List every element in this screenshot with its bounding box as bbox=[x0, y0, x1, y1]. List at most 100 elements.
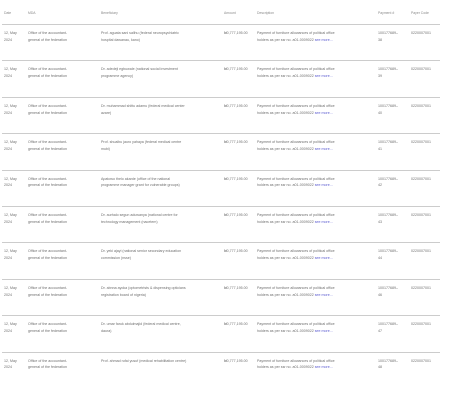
cell-payment-no-text: 100177689– bbox=[378, 322, 398, 327]
header-payment-no: Payment # bbox=[378, 11, 395, 15]
see-more-link[interactable]: see more... bbox=[315, 220, 333, 224]
cell-payment-no-text: 100177689– bbox=[378, 140, 398, 145]
see-more-link[interactable]: see more... bbox=[315, 147, 333, 151]
cell-beneficiary-line: Apatowo thelo akarde (office of the nati… bbox=[101, 176, 180, 183]
cell-mda-text: general of the federation bbox=[28, 292, 67, 297]
cell-beneficiary: Apatowo thelo akarde (office of the nati… bbox=[101, 176, 180, 190]
see-more-link[interactable]: see more... bbox=[315, 183, 333, 187]
cell-description-text: Payment of furniture allowances of polit… bbox=[257, 31, 335, 35]
cell-date: 12, May 2024 bbox=[4, 30, 17, 44]
cell-description-line: Payment of furniture allowances of polit… bbox=[257, 358, 335, 365]
cell-description: Payment of furniture allowances of polit… bbox=[257, 321, 335, 335]
cell-mda-text: general of the federation bbox=[28, 146, 67, 151]
cell-description: Payment of furniture allowances of polit… bbox=[257, 358, 335, 372]
see-more-link[interactable]: see more... bbox=[315, 256, 333, 260]
cell-mda-text: Office of the accountant- bbox=[28, 140, 68, 145]
cell-mda-line: Office of the accountant- bbox=[28, 321, 67, 328]
cell-mda-line: general of the federation bbox=[28, 110, 67, 117]
cell-beneficiary-text: Dr. muhammad shittu adamu (federal medic… bbox=[101, 103, 185, 108]
cell-payer-code: 0220007001 bbox=[411, 285, 431, 290]
cell-amount: ₦0,777,195.00 bbox=[224, 67, 248, 72]
cell-date-text: 2024 bbox=[4, 219, 12, 224]
see-more-link[interactable]: see more... bbox=[315, 38, 333, 42]
see-more-link[interactable]: see more... bbox=[315, 329, 333, 333]
cell-payment-no-line: 40 bbox=[378, 110, 398, 117]
cell-date-line: 2024 bbox=[4, 37, 17, 44]
cell-beneficiary-line: programme agency) bbox=[101, 73, 178, 80]
cell-payment-no-text: 42 bbox=[378, 183, 382, 188]
cell-payment-no: 100177689– 40 bbox=[378, 103, 398, 117]
cell-beneficiary-text: mubi) bbox=[101, 146, 110, 151]
cell-payment-no-line: 100177689– bbox=[378, 285, 398, 292]
cell-date-line: 12, May bbox=[4, 30, 17, 37]
cell-payment-no-line: 42 bbox=[378, 182, 398, 189]
cell-payment-no-text: 41 bbox=[378, 146, 382, 151]
cell-mda-line: general of the federation bbox=[28, 219, 67, 226]
cell-payment-no-line: 100177689– bbox=[378, 66, 398, 73]
cell-amount: ₦0,777,195.00 bbox=[224, 285, 248, 290]
cell-mda-text: Office of the accountant- bbox=[28, 103, 68, 108]
cell-payment-no-text: 100177689– bbox=[378, 249, 398, 254]
cell-beneficiary-text: commission (nsse) bbox=[101, 256, 131, 261]
see-more-link[interactable]: see more... bbox=[315, 293, 333, 297]
see-more-link[interactable]: see more... bbox=[315, 74, 333, 78]
cell-payment-no-line: 100177689– bbox=[378, 212, 398, 219]
cell-mda: Office of the accountant-general of the … bbox=[28, 212, 67, 226]
see-more-link[interactable]: see more... bbox=[315, 111, 333, 115]
cell-mda-line: Office of the accountant- bbox=[28, 66, 67, 73]
cell-payment-no-text: 47 bbox=[378, 328, 382, 333]
cell-date-text: 12, May bbox=[4, 140, 17, 145]
cell-payment-no: 100177689– 48 bbox=[378, 358, 398, 372]
cell-beneficiary-text: programme agency) bbox=[101, 74, 134, 79]
cell-description-line: Payment of furniture allowances of polit… bbox=[257, 176, 335, 183]
row-divider bbox=[2, 351, 440, 353]
cell-mda: Office of the accountant-general of the … bbox=[28, 30, 67, 44]
cell-beneficiary-text: Apatowo thelo akarde (office of the nati… bbox=[101, 176, 171, 181]
cell-date-text: 12, May bbox=[4, 285, 17, 290]
cell-description-line: holders as per ssr no. a01-0009022 see m… bbox=[257, 182, 335, 189]
header-amount: Amount bbox=[224, 11, 236, 15]
cell-description-text: holders as per ssr no. a01-0009022 bbox=[257, 183, 314, 188]
cell-date-line: 2024 bbox=[4, 146, 17, 153]
cell-date-text: 2024 bbox=[4, 74, 12, 79]
cell-mda: Office of the accountant-general of the … bbox=[28, 139, 67, 153]
cell-description-line: holders as per ssr no. a01-0009022 see m… bbox=[257, 37, 335, 44]
cell-date: 12, May 2024 bbox=[4, 103, 17, 117]
cell-mda-text: Office of the accountant- bbox=[28, 67, 68, 72]
cell-payment-no-line: 100177689– bbox=[378, 248, 398, 255]
cell-date: 12, May 2024 bbox=[4, 285, 17, 299]
cell-date-line: 12, May bbox=[4, 285, 17, 292]
cell-description-text: Payment of furniture allowances of polit… bbox=[257, 103, 335, 108]
cell-payment-no-line: 38 bbox=[378, 37, 398, 44]
cell-amount: ₦0,777,195.00 bbox=[224, 103, 248, 108]
cell-payment-no-text: 100177689– bbox=[378, 285, 398, 290]
cell-description-text: Payment of furniture allowances of polit… bbox=[257, 358, 335, 363]
cell-payer-code: 0220007001 bbox=[411, 67, 431, 72]
cell-mda-text: Office of the accountant- bbox=[28, 176, 68, 181]
cell-date-line: 12, May bbox=[4, 248, 17, 255]
header-mda: MDA bbox=[28, 11, 36, 15]
cell-date-text: 2024 bbox=[4, 256, 12, 261]
cell-date-line: 2024 bbox=[4, 292, 17, 299]
cell-description-text: holders as per ssr no. a01-0009022 bbox=[257, 328, 314, 333]
cell-description-text: holders as per ssr no. a01-0009022 bbox=[257, 110, 314, 115]
cell-mda-line: Office of the accountant- bbox=[28, 248, 67, 255]
cell-payment-no-line: 39 bbox=[378, 73, 398, 80]
cell-date-text: 2024 bbox=[4, 292, 12, 297]
row-divider bbox=[2, 206, 440, 207]
cell-date-line: 2024 bbox=[4, 73, 17, 80]
cell-mda-line: general of the federation bbox=[28, 73, 67, 80]
cell-date: 12, May 2024 bbox=[4, 358, 17, 372]
cell-date-text: 2024 bbox=[4, 37, 12, 42]
cell-mda-line: Office of the accountant- bbox=[28, 358, 67, 365]
cell-date-text: 2024 bbox=[4, 110, 12, 115]
cell-payer-code: 0220007001 bbox=[411, 322, 431, 327]
cell-description-line: Payment of furniture allowances of polit… bbox=[257, 212, 335, 219]
cell-payment-no-text: 38 bbox=[378, 37, 382, 42]
see-more-link[interactable]: see more... bbox=[315, 365, 333, 369]
cell-beneficiary-line: hospital dawanau, kano) bbox=[101, 37, 179, 44]
cell-payment-no-text: 40 bbox=[378, 110, 382, 115]
cell-description: Payment of furniture allowances of polit… bbox=[257, 139, 335, 153]
cell-payment-no: 100177689– 44 bbox=[378, 248, 398, 262]
cell-mda-line: Office of the accountant- bbox=[28, 212, 67, 219]
